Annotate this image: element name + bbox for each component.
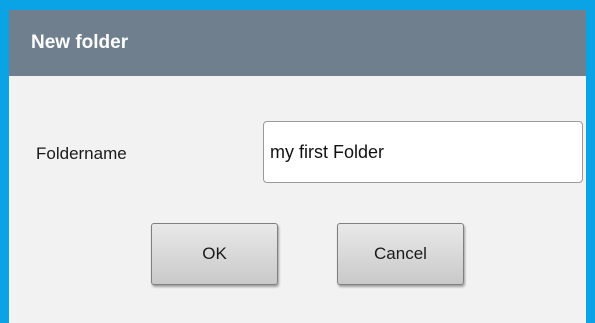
ok-button[interactable]: OK [151,223,278,285]
dialog-title-bar[interactable]: New folder [9,10,586,76]
foldername-input[interactable] [263,121,583,183]
new-folder-dialog: New folder Foldername OK Cancel [0,0,595,323]
dialog-title: New folder [31,32,129,53]
cancel-button[interactable]: Cancel [337,223,464,285]
foldername-label: Foldername [36,144,127,163]
